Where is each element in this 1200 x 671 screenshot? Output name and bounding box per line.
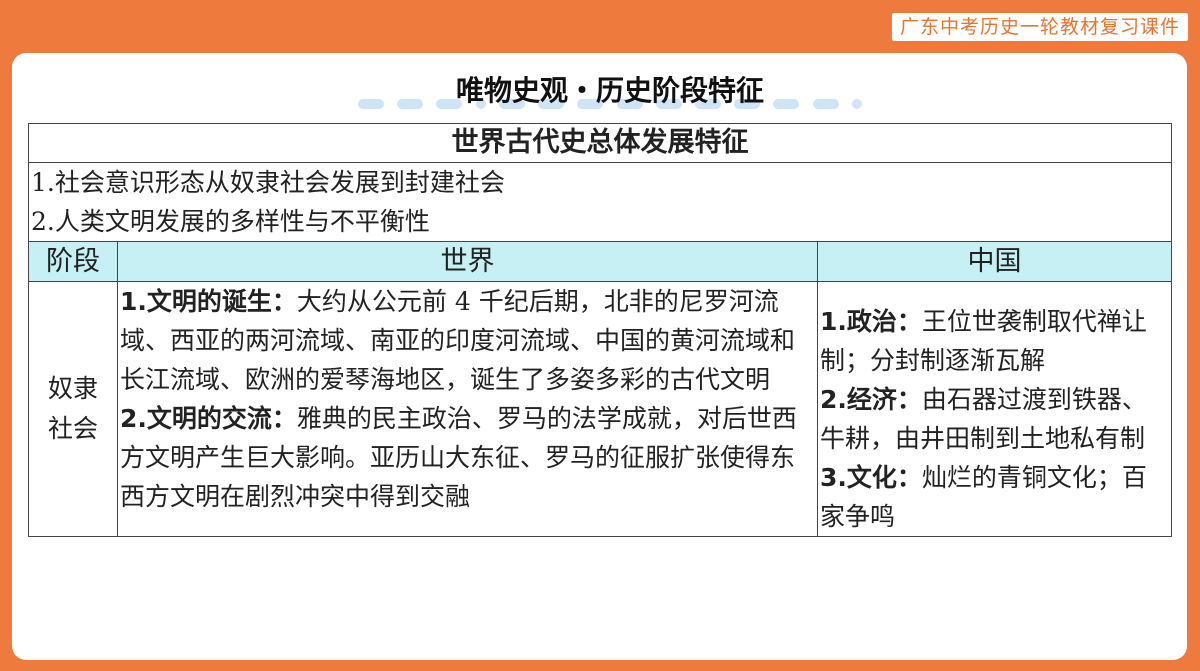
header-china: 中国 bbox=[816, 241, 1173, 282]
header-stage: 阶段 bbox=[28, 241, 118, 282]
course-tag: 广东中考历史一轮教材复习课件 bbox=[891, 13, 1188, 41]
world-item: 1.文明的诞生：大约从公元前 4 千纪后期，北非的尼罗河流域、西亚的两河流域、南… bbox=[120, 282, 815, 399]
slide-heading: 唯物史观・历史阶段特征 bbox=[348, 71, 872, 113]
intro-line-2: 2.人类文明发展的多样性与不平衡性 bbox=[31, 207, 430, 236]
intro-cell: 1.社会意识形态从奴隶社会发展到封建社会 2.人类文明发展的多样性与不平衡性 bbox=[27, 162, 1173, 242]
table-title: 世界古代史总体发展特征 bbox=[27, 123, 1173, 163]
stage-line-2: 社会 bbox=[47, 414, 98, 443]
china-cell: 1.政治：王位世袭制取代禅让制；分封制逐渐瓦解 2.经济：由石器过渡到铁器、牛耕… bbox=[816, 281, 1173, 537]
china-item: 2.经济：由石器过渡到铁器、牛耕，由井田制到土地私有制 bbox=[820, 380, 1169, 458]
china-item-label: 1.政治： bbox=[820, 307, 922, 336]
world-cell: 1.文明的诞生：大约从公元前 4 千纪后期，北非的尼罗河流域、西亚的两河流域、南… bbox=[117, 281, 818, 537]
intro-line-1: 1.社会意识形态从奴隶社会发展到封建社会 bbox=[31, 168, 505, 197]
world-item-label: 2.文明的交流： bbox=[120, 404, 297, 433]
china-item: 3.文化：灿烂的青铜文化；百家争鸣 bbox=[820, 458, 1169, 536]
china-item: 1.政治：王位世袭制取代禅让制；分封制逐渐瓦解 bbox=[820, 302, 1169, 380]
china-item-label: 2.经济： bbox=[820, 385, 922, 414]
world-item-label: 1.文明的诞生： bbox=[120, 287, 297, 316]
stage-line-1: 奴隶 bbox=[47, 374, 98, 403]
world-item: 2.文明的交流：雅典的民主政治、罗马的法学成就，对后世西方文明产生巨大影响。亚历… bbox=[120, 399, 815, 516]
header-world: 世界 bbox=[117, 241, 818, 282]
china-item-label: 3.文化： bbox=[820, 463, 922, 492]
slide-title: 唯物史观・历史阶段特征 bbox=[455, 74, 764, 107]
slide-card: 唯物史观・历史阶段特征 世界古代史总体发展特征 1.社会意识形态从奴隶社会发展到… bbox=[12, 53, 1187, 660]
stage-cell: 奴隶 社会 bbox=[28, 281, 118, 537]
history-table: 世界古代史总体发展特征 1.社会意识形态从奴隶社会发展到封建社会 2.人类文明发… bbox=[27, 123, 1173, 537]
